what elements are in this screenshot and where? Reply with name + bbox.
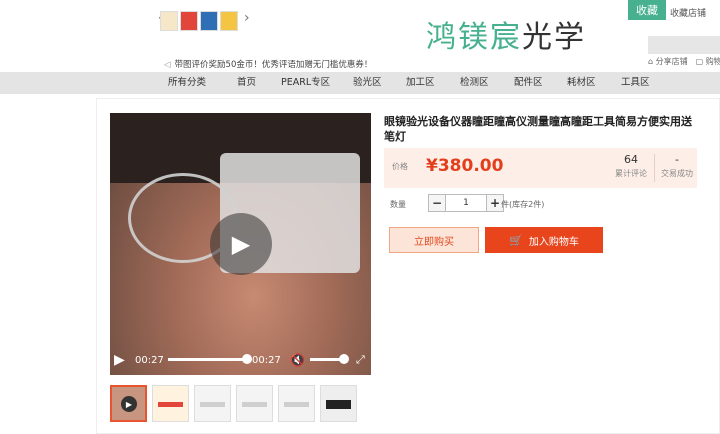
nav-home[interactable]: 首页	[237, 72, 256, 94]
video-progress-bar[interactable]	[168, 358, 246, 361]
promo-thumb[interactable]	[180, 11, 198, 31]
reviews-stat[interactable]: 64 累计评论	[610, 153, 652, 179]
favorite-shop-button[interactable]: 收藏	[628, 0, 666, 20]
divider	[654, 154, 655, 182]
speaker-icon: ◁	[164, 60, 171, 70]
promo-carousel[interactable]	[160, 10, 240, 32]
thumbnail-image[interactable]	[320, 385, 357, 422]
reviews-count: 64	[624, 153, 638, 166]
nav-tools[interactable]: 工具区	[621, 72, 650, 94]
sales-stat: - 交易成功	[656, 153, 698, 179]
brand-name: 鸿镁宸	[426, 20, 522, 55]
product-page: ‹ › 鸿镁宸光学 收藏 收藏店铺 ⌂ 分享店铺 ▢ 购物车 ◁带图评价奖励50…	[0, 0, 720, 434]
share-row: ⌂ 分享店铺 ▢ 购物车	[648, 56, 720, 67]
nav-pearl[interactable]: PEARL专区	[281, 72, 330, 94]
fullscreen-icon[interactable]: ⤢	[356, 353, 365, 367]
reviews-label: 累计评论	[615, 169, 647, 178]
volume-mute-icon[interactable]: 🔇	[290, 353, 305, 367]
thumbnail-video[interactable]: ▶	[110, 385, 147, 422]
volume-slider[interactable]	[310, 358, 342, 361]
nav-optometry[interactable]: 验光区	[353, 72, 382, 94]
notice-banner: ◁ 带图评价奖励50金币！优秀评语加赠无门槛优惠券！	[164, 58, 372, 70]
nav-accessories[interactable]: 配件区	[514, 72, 543, 94]
nav-bar: 所有分类 首页 PEARL专区 验光区 加工区 检测区 配件区 耗材区 工具区	[0, 72, 720, 94]
search-input[interactable]	[648, 36, 720, 54]
quantity-stepper: − 1 +	[428, 194, 504, 212]
favorite-shop-link[interactable]: 收藏店铺	[670, 6, 706, 19]
current-time: 00:27	[135, 354, 164, 366]
price-box: 价格 ¥380.00 64 累计评论 - 交易成功	[384, 148, 697, 188]
thumbnail-image[interactable]	[194, 385, 231, 422]
video-play-button[interactable]: ▶	[210, 213, 272, 275]
thumbnail-image[interactable]	[236, 385, 273, 422]
stock-text: 件(库存2件)	[501, 200, 545, 209]
nav-testing[interactable]: 检测区	[460, 72, 489, 94]
duration: 00:27	[252, 354, 281, 366]
promo-thumb[interactable]	[160, 11, 178, 31]
play-icon[interactable]: ▶	[114, 352, 125, 368]
shop-brand[interactable]: 鸿镁宸光学	[426, 12, 586, 56]
progress-handle[interactable]	[242, 354, 252, 364]
cart-icon: 🛒	[509, 233, 523, 247]
share-shop-link[interactable]: ⌂ 分享店铺	[648, 56, 688, 67]
nav-consumables[interactable]: 耗材区	[567, 72, 596, 94]
product-price: ¥380.00	[426, 156, 504, 176]
buy-now-button[interactable]: 立即购买	[389, 227, 479, 253]
product-title: 眼镜验光设备仪器瞳距瞳高仪测量瞳高瞳距工具简易方便实用送笔灯	[384, 115, 692, 143]
thumbnail-image[interactable]	[278, 385, 315, 422]
promo-thumb[interactable]	[200, 11, 218, 31]
quantity-input[interactable]: 1	[446, 194, 486, 212]
play-icon: ▶	[121, 396, 137, 412]
cart-link[interactable]: ▢ 购物车	[696, 56, 720, 67]
quantity-label: 数量	[390, 200, 406, 209]
add-to-cart-button[interactable]: 🛒 加入购物车	[485, 227, 603, 253]
decrease-button[interactable]: −	[428, 194, 446, 212]
brand-suffix: 光学	[522, 20, 586, 55]
nav-processing[interactable]: 加工区	[406, 72, 435, 94]
promo-thumb[interactable]	[220, 11, 238, 31]
notice-text: 带图评价奖励50金币！优秀评语加赠无门槛优惠券！	[174, 60, 373, 70]
add-to-cart-label: 加入购物车	[528, 236, 579, 248]
sales-count: -	[675, 153, 679, 166]
video-controls: ▶ 00:27 00:27 🔇 ⤢	[110, 345, 371, 375]
chevron-right-icon[interactable]: ›	[244, 10, 250, 26]
nav-all-categories[interactable]: 所有分类	[168, 72, 206, 94]
sales-label: 交易成功	[661, 169, 693, 178]
product-thumbnails: ▶	[110, 385, 357, 422]
thumbnail-image[interactable]	[152, 385, 189, 422]
volume-handle[interactable]	[339, 354, 349, 364]
price-label: 价格	[392, 162, 408, 171]
